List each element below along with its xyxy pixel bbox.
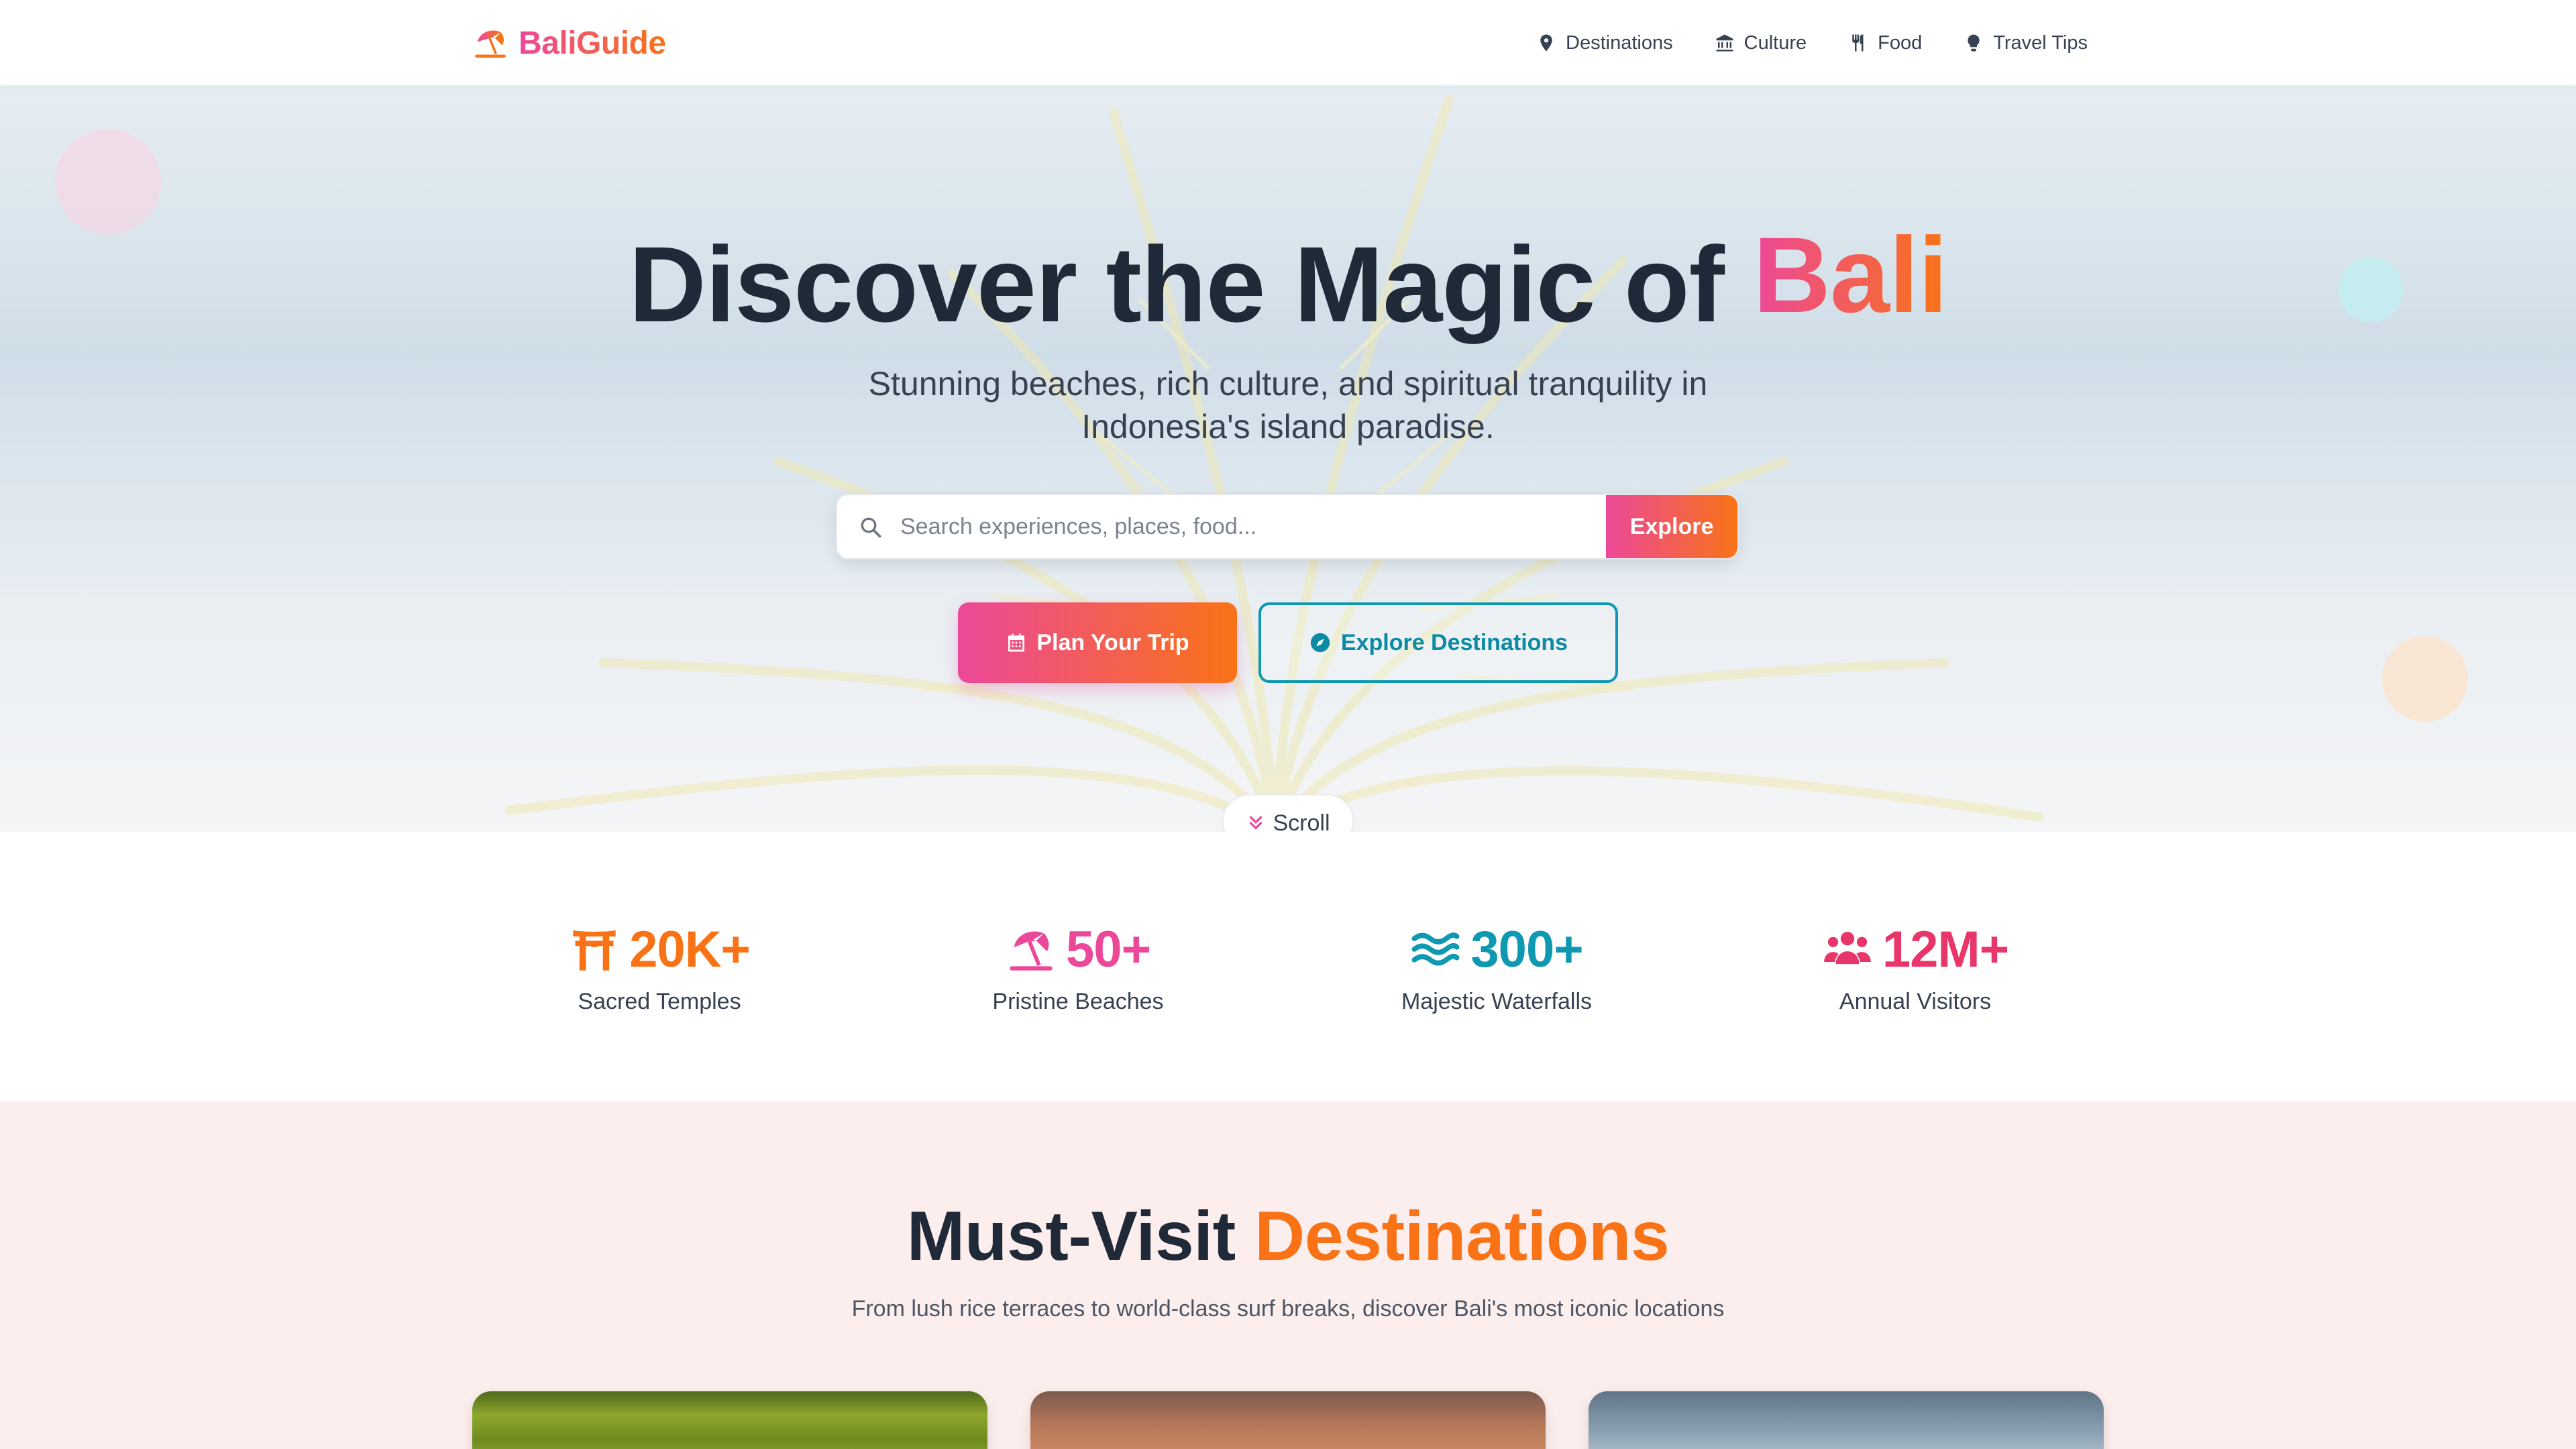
- nav-destinations-label: Destinations: [1566, 32, 1673, 54]
- nav-food-label: Food: [1878, 32, 1923, 54]
- hero-section: Discover the Magic of Bali Stunning beac…: [0, 86, 2576, 832]
- plan-trip-label: Plan Your Trip: [1036, 629, 1189, 655]
- nav-destinations[interactable]: Destinations: [1536, 32, 1673, 54]
- navbar: BaliGuide Destinations Culture Food Trav…: [0, 0, 2576, 86]
- palm-leaf-background: [505, 95, 2044, 832]
- utensils-icon: [1852, 34, 1864, 52]
- nav-travel-tips-label: Travel Tips: [1993, 32, 2088, 54]
- nav-culture[interactable]: Culture: [1715, 32, 1807, 54]
- destination-card-sunset[interactable]: [1030, 1391, 1546, 1449]
- hero-title-accent: Bali: [1753, 215, 1947, 335]
- stat-temples-label: Sacred Temples: [578, 989, 741, 1014]
- compass-icon: [1310, 633, 1330, 653]
- search-input[interactable]: [900, 495, 1598, 558]
- torii-gate-icon: [573, 930, 616, 971]
- umbrella-beach-icon: [1010, 931, 1053, 971]
- decor-bubble-peach: [2382, 636, 2468, 722]
- stat-temples-value: 20K+: [629, 920, 751, 978]
- search-bar: Explore: [836, 494, 1739, 559]
- search-explore-button[interactable]: Explore: [1606, 495, 1737, 558]
- plan-trip-button[interactable]: Plan Your Trip: [958, 602, 1237, 683]
- hero-title-prefix: Discover the Magic of: [629, 224, 1725, 344]
- stat-waterfalls: 300+ Majestic Waterfalls: [1329, 919, 1664, 1015]
- nav-travel-tips[interactable]: Travel Tips: [1964, 32, 2088, 54]
- map-pin-icon: [1540, 34, 1552, 52]
- stat-visitors-label: Annual Visitors: [1839, 989, 1992, 1014]
- scroll-indicator[interactable]: Scroll: [1222, 794, 1354, 832]
- nav-culture-label: Culture: [1743, 32, 1807, 54]
- stats-section: 20K+ Sacred Temples 50+ Pristine Beaches…: [0, 832, 2576, 1102]
- destination-card-sky[interactable]: [1589, 1391, 2104, 1449]
- destination-card-rice-terraces[interactable]: [472, 1391, 987, 1449]
- hero-title: Discover the Magic of Bali: [0, 215, 2576, 352]
- destinations-title: Must-Visit Destinations: [0, 1197, 2576, 1277]
- lightbulb-icon: [1968, 34, 1980, 52]
- users-icon: [1824, 932, 1871, 965]
- brand-logo[interactable]: BaliGuide: [472, 23, 666, 63]
- beach-umbrella-icon: [475, 30, 506, 58]
- stat-waterfalls-value: 300+: [1470, 920, 1583, 978]
- destinations-title-accent: Destinations: [1254, 1197, 1670, 1275]
- scroll-label: Scroll: [1273, 810, 1330, 832]
- chevrons-down-icon: [1250, 816, 1263, 830]
- search-icon: [861, 517, 881, 538]
- calendar-icon: [1008, 633, 1025, 652]
- main-nav: Destinations Culture Food Travel Tips: [1536, 25, 2088, 60]
- stat-beaches-label: Pristine Beaches: [992, 989, 1164, 1014]
- explore-destinations-label: Explore Destinations: [1340, 629, 1568, 655]
- stat-visitors-value: 12M+: [1882, 920, 2009, 978]
- destinations-section: Must-Visit Destinations From lush rice t…: [0, 1102, 2576, 1449]
- destinations-subtitle: From lush rice terraces to world-class s…: [851, 1296, 1725, 1322]
- landmark-icon: [1716, 34, 1733, 52]
- stat-beaches-value: 50+: [1066, 920, 1151, 978]
- nav-food[interactable]: Food: [1848, 32, 1922, 54]
- explore-destinations-button[interactable]: Explore Destinations: [1258, 602, 1618, 683]
- water-waves-icon: [1411, 932, 1460, 966]
- stat-visitors: 12M+ Annual Visitors: [1748, 919, 2083, 1015]
- stat-waterfalls-label: Majestic Waterfalls: [1401, 989, 1593, 1014]
- destinations-title-prefix: Must-Visit: [906, 1197, 1236, 1275]
- stat-beaches: 50+ Pristine Beaches: [910, 919, 1246, 1015]
- hero-subtitle: Stunning beaches, rich culture, and spir…: [868, 365, 1708, 445]
- brand-name: BaliGuide: [519, 25, 666, 61]
- stat-temples: 20K+ Sacred Temples: [492, 919, 827, 1015]
